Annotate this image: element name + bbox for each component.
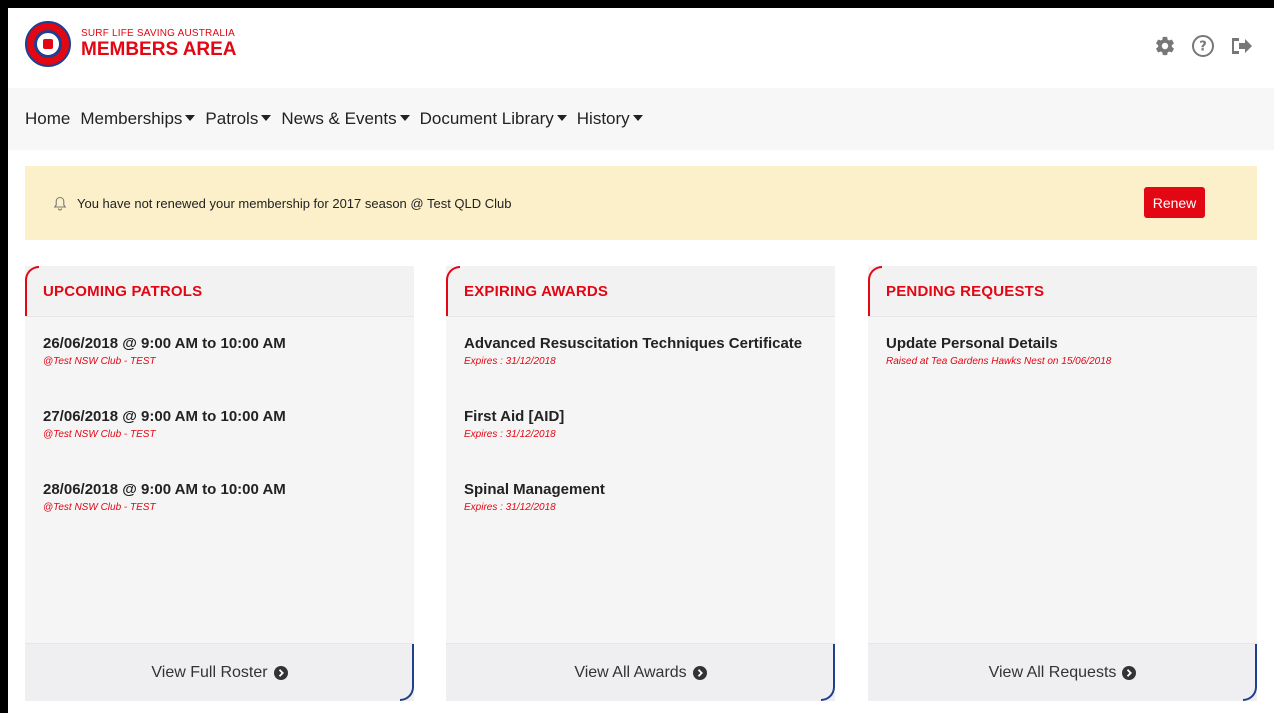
renew-button[interactable]: Renew: [1144, 187, 1205, 218]
caret-down-icon: [632, 115, 643, 121]
gear-icon[interactable]: [1153, 34, 1177, 58]
pending-requests-panel: PENDING REQUESTS Update Personal Details…: [868, 266, 1257, 701]
caret-down-icon: [261, 115, 272, 121]
view-all-requests-link[interactable]: View All Requests: [868, 643, 1257, 701]
caret-down-icon: [399, 115, 410, 121]
list-item[interactable]: 26/06/2018 @ 9:00 AM to 10:00 AM @Test N…: [43, 335, 396, 367]
expiring-awards-panel: EXPIRING AWARDS Advanced Resuscitation T…: [446, 266, 835, 701]
nav-history[interactable]: History: [577, 109, 643, 129]
panel-title: EXPIRING AWARDS: [464, 282, 609, 300]
top-bar: SURF LIFE SAVING AUSTRALIA MEMBERS AREA …: [8, 8, 1274, 88]
panel-title: UPCOMING PATROLS: [43, 282, 203, 300]
slsa-emblem-icon: [25, 21, 71, 67]
list-item[interactable]: 28/06/2018 @ 9:00 AM to 10:00 AM @Test N…: [43, 481, 396, 513]
view-full-roster-link[interactable]: View Full Roster: [25, 643, 414, 701]
alert-message: You have not renewed your membership for…: [77, 195, 512, 211]
svg-text:?: ?: [1199, 40, 1207, 55]
bell-icon: [53, 195, 69, 211]
list-item[interactable]: 27/06/2018 @ 9:00 AM to 10:00 AM @Test N…: [43, 408, 396, 440]
brand-subtitle: SURF LIFE SAVING AUSTRALIA: [81, 28, 235, 39]
nav-document-library[interactable]: Document Library: [420, 109, 567, 129]
nav-news-events[interactable]: News & Events: [281, 109, 410, 129]
nav-memberships[interactable]: Memberships: [80, 109, 196, 129]
chevron-circle-right-icon: [273, 665, 288, 680]
renewal-alert: You have not renewed your membership for…: [25, 166, 1257, 240]
panel-header: EXPIRING AWARDS: [446, 266, 835, 317]
header-actions: ?: [1153, 34, 1253, 58]
chevron-circle-right-icon: [692, 665, 707, 680]
list-item[interactable]: Advanced Resuscitation Techniques Certif…: [464, 335, 817, 367]
brand-title: MEMBERS AREA: [81, 39, 237, 60]
sign-out-icon[interactable]: [1229, 34, 1253, 58]
view-all-awards-link[interactable]: View All Awards: [446, 643, 835, 701]
list-item[interactable]: First Aid [AID] Expires : 31/12/2018: [464, 408, 817, 440]
caret-down-icon: [185, 115, 196, 121]
list-item[interactable]: Update Personal Details Raised at Tea Ga…: [886, 335, 1239, 367]
brand-logo[interactable]: SURF LIFE SAVING AUSTRALIA MEMBERS AREA: [25, 21, 237, 67]
upcoming-patrols-panel: UPCOMING PATROLS 26/06/2018 @ 9:00 AM to…: [25, 266, 414, 701]
panel-header: PENDING REQUESTS: [868, 266, 1257, 317]
help-icon[interactable]: ?: [1191, 34, 1215, 58]
nav-home[interactable]: Home: [25, 109, 70, 129]
panel-header: UPCOMING PATROLS: [25, 266, 414, 317]
caret-down-icon: [556, 115, 567, 121]
main-nav: Home Memberships Patrols News & Events D…: [8, 88, 1274, 150]
list-item[interactable]: Spinal Management Expires : 31/12/2018: [464, 481, 817, 513]
nav-patrols[interactable]: Patrols: [205, 109, 272, 129]
panel-title: PENDING REQUESTS: [886, 282, 1045, 300]
app-frame: SURF LIFE SAVING AUSTRALIA MEMBERS AREA …: [8, 8, 1274, 713]
chevron-circle-right-icon: [1122, 665, 1137, 680]
